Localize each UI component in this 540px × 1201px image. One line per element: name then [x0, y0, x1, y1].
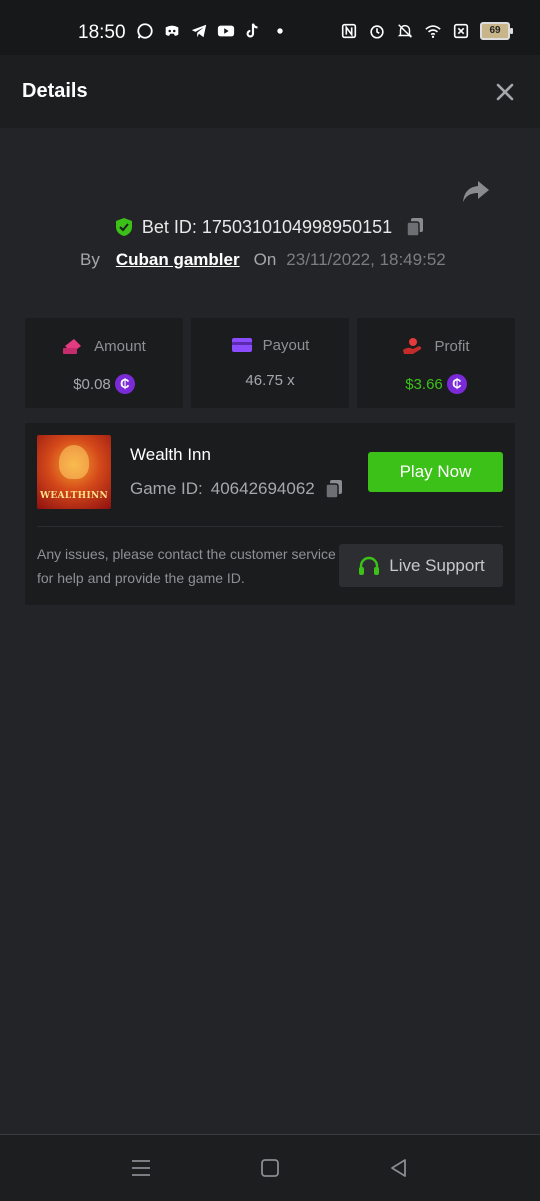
- battery-icon: 69: [480, 22, 513, 40]
- headset-icon: [359, 556, 380, 575]
- coin-icon: ₵: [114, 374, 135, 394]
- system-icons: 69: [340, 22, 513, 40]
- divider: [37, 526, 503, 527]
- game-card: WEALTHINN Wealth Inn Game ID: 4064269406…: [25, 423, 515, 605]
- alarm-icon: [370, 25, 384, 39]
- home-icon[interactable]: [259, 1157, 281, 1179]
- copy-game-id-icon[interactable]: [323, 478, 345, 500]
- amount-stat: Amount $0.08 ₵: [25, 318, 183, 408]
- live-support-button[interactable]: Live Support: [339, 544, 503, 587]
- thumbnail-figure: [59, 445, 89, 479]
- bet-date: 23/11/2022, 18:49:52: [286, 250, 446, 269]
- youtube-icon: [217, 25, 235, 37]
- amount-value: $0.08: [73, 375, 111, 393]
- coin-icon: ₵: [446, 374, 467, 394]
- close-icon[interactable]: [494, 81, 516, 103]
- sim-off-icon: [453, 23, 469, 39]
- profit-stat: Profit $3.66 ₵: [357, 318, 515, 408]
- verified-shield-icon: [115, 218, 132, 236]
- game-name: Wealth Inn: [130, 445, 211, 464]
- bet-stats: Amount $0.08 ₵ Payout 46.75 x Profit $3.…: [25, 318, 515, 408]
- game-thumbnail[interactable]: WEALTHINN: [37, 435, 111, 509]
- user-link[interactable]: Cuban gambler: [116, 250, 240, 270]
- bet-id-row: Bet ID: 1750310104998950151: [0, 216, 540, 238]
- system-nav-bar: [0, 1134, 540, 1201]
- share-icon[interactable]: [460, 178, 492, 206]
- whatsapp-icon: [137, 23, 153, 39]
- details-header: Details: [0, 55, 540, 128]
- dot-icon: [277, 28, 283, 34]
- profit-icon: [403, 338, 422, 354]
- live-support-label: Live Support: [389, 555, 485, 575]
- by-label: By: [80, 250, 100, 269]
- menu-icon[interactable]: [130, 1157, 152, 1179]
- notification-icons: [136, 22, 289, 40]
- profit-value: $3.66: [405, 375, 443, 393]
- status-bar: 18:50 69: [0, 0, 540, 55]
- payout-stat: Payout 46.75 x: [191, 318, 349, 408]
- page-title: Details: [22, 80, 88, 102]
- bet-id-label: Bet ID:: [141, 216, 197, 237]
- play-now-button[interactable]: Play Now: [368, 452, 503, 492]
- profit-label: Profit: [434, 337, 470, 355]
- tiktok-icon: [246, 23, 258, 38]
- on-label: On: [253, 250, 277, 269]
- back-icon[interactable]: [388, 1157, 410, 1179]
- game-id-row: Game ID: 40642694062: [130, 478, 345, 500]
- payout-value: 46.75 x: [245, 372, 295, 389]
- payout-label: Payout: [262, 336, 310, 354]
- copy-bet-id-icon[interactable]: [404, 216, 426, 238]
- amount-icon: [63, 339, 82, 354]
- wifi-icon: [425, 25, 441, 39]
- nfc-icon: [341, 23, 357, 39]
- game-id-label: Game ID:: [130, 479, 203, 498]
- discord-icon: [165, 25, 179, 36]
- support-help-text: Any issues, please contact the customer …: [37, 546, 336, 586]
- game-id-value: 40642694062: [210, 479, 315, 498]
- status-time: 18:50: [78, 22, 126, 43]
- telegram-icon: [191, 24, 207, 38]
- thumbnail-logo-text: WEALTHINN: [39, 491, 109, 501]
- payout-icon: [231, 338, 252, 352]
- bet-id-value: 1750310104998950151: [201, 216, 393, 237]
- mute-icon: [397, 24, 413, 38]
- amount-label: Amount: [94, 337, 146, 355]
- bet-meta-row: By Cuban gambler On 23/11/2022, 18:49:52: [80, 250, 446, 270]
